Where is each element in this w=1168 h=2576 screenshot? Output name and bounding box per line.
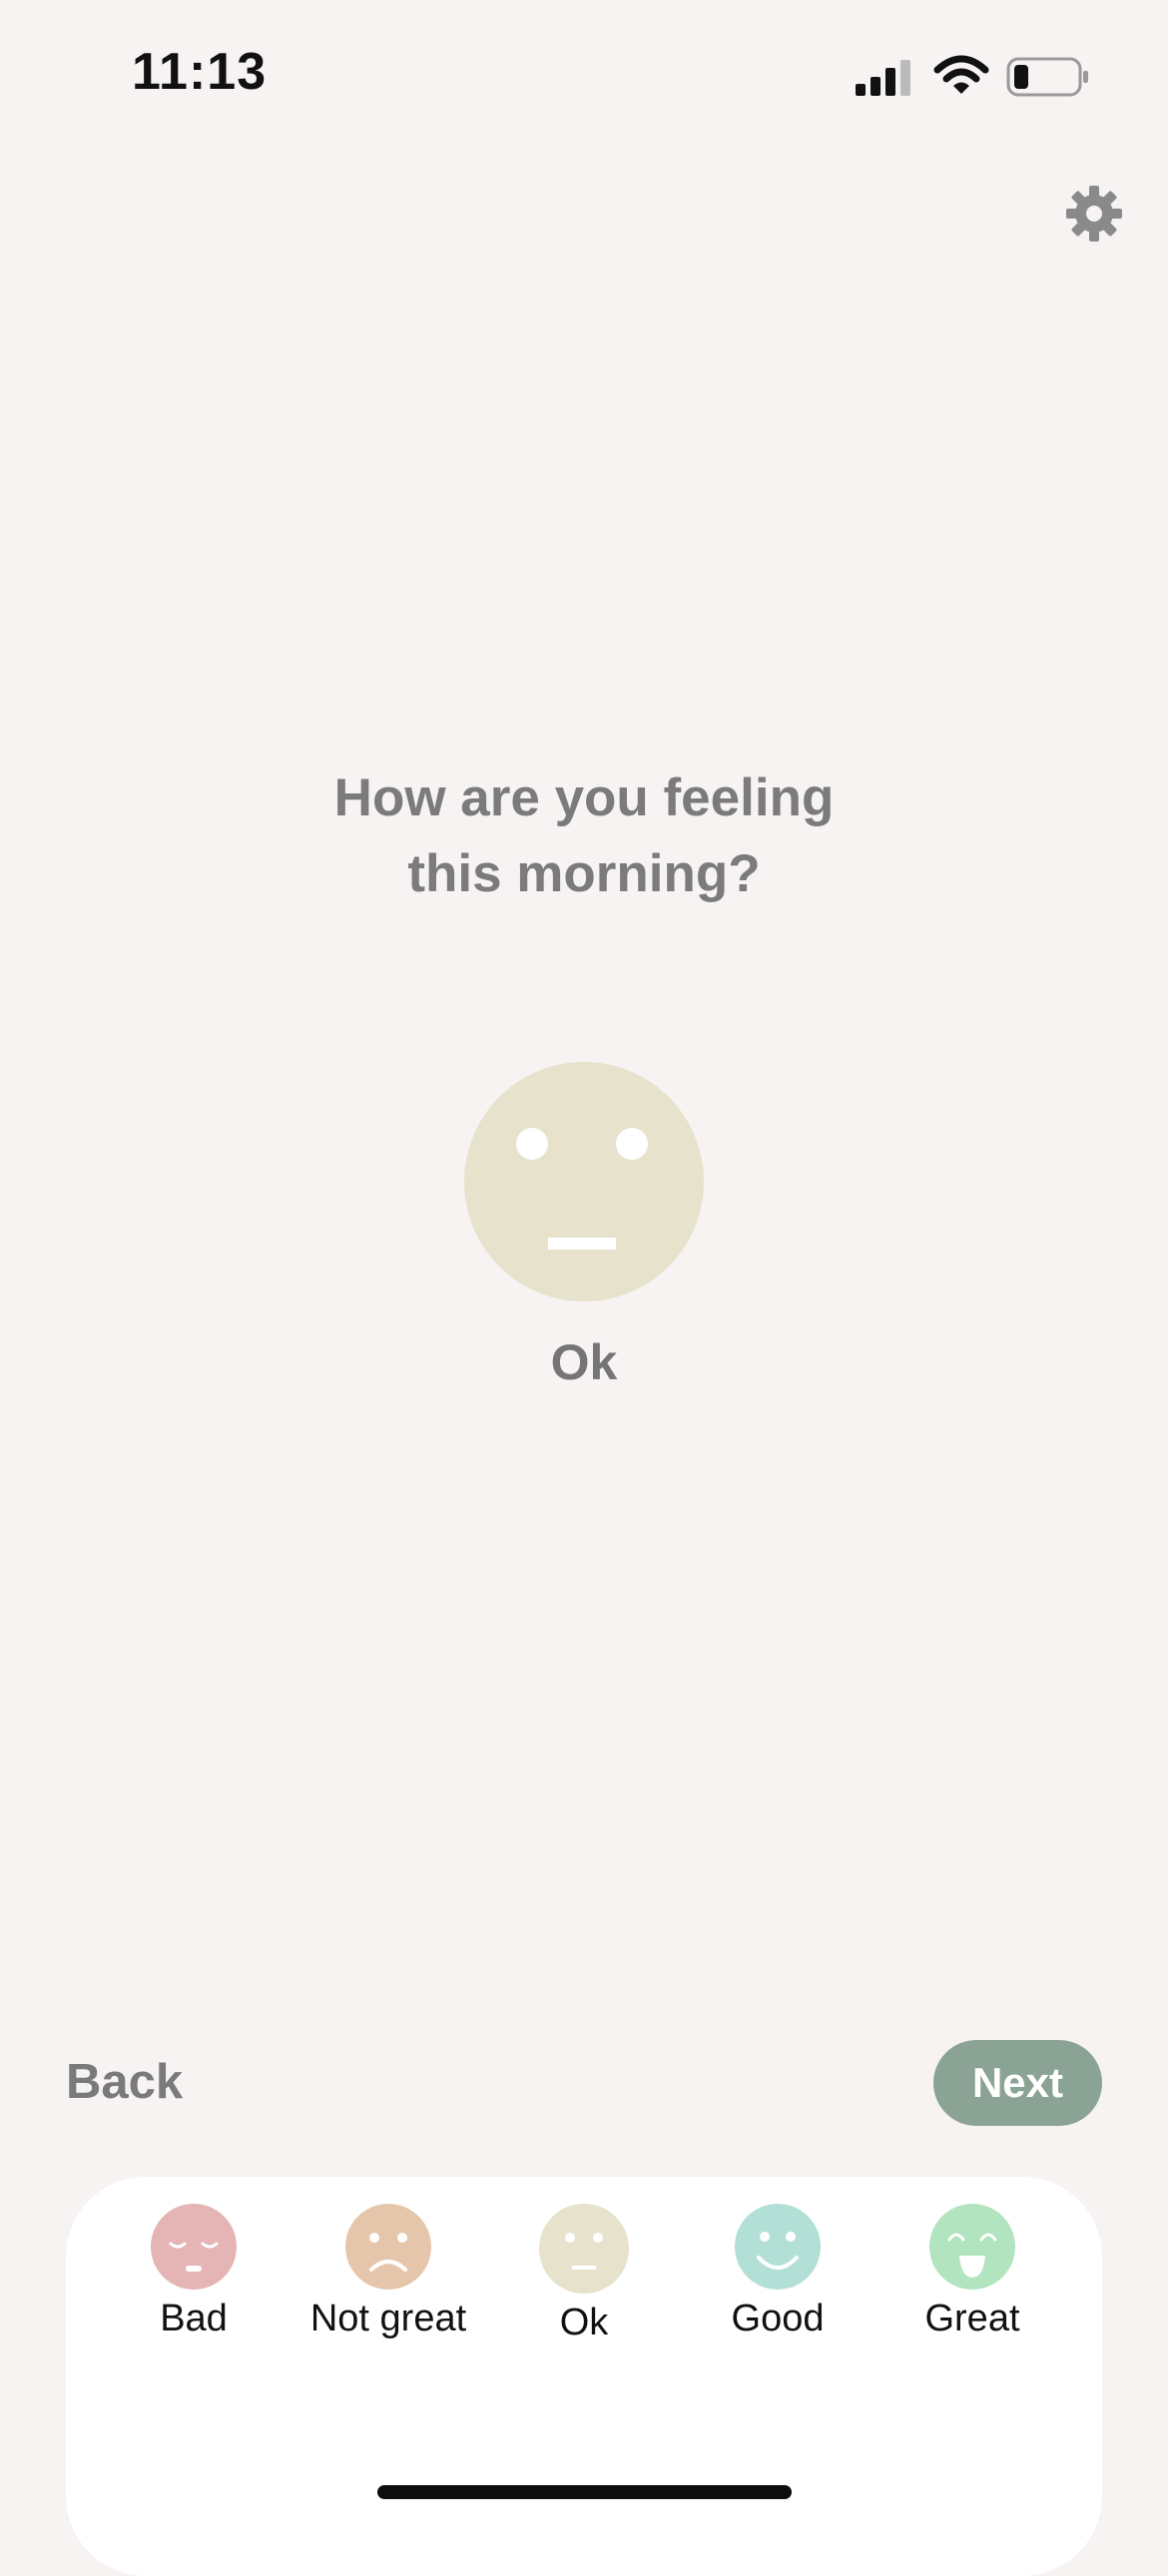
- ok-face-icon: [539, 2204, 629, 2294]
- mood-option-good[interactable]: Good: [668, 2204, 887, 2340]
- settings-gear-icon[interactable]: [1066, 186, 1122, 242]
- mood-option-bad[interactable]: Bad: [84, 2204, 303, 2340]
- back-button[interactable]: Back: [66, 2054, 183, 2110]
- question-line-1: How are you feeling: [333, 769, 835, 827]
- mood-option-label: Not great: [309, 2298, 467, 2339]
- home-indicator[interactable]: [377, 2485, 792, 2499]
- cellular-signal-icon: [856, 60, 910, 96]
- mood-option-label: Bad: [160, 2298, 228, 2339]
- mood-option-label: Good: [731, 2298, 825, 2339]
- status-time: 11:13: [132, 43, 268, 101]
- mood-option-ok[interactable]: Ok: [474, 2204, 694, 2344]
- mood-question: How are you feeling this morning?: [0, 761, 1168, 912]
- great-face-icon: [929, 2204, 1015, 2290]
- question-line-2: this morning?: [407, 844, 761, 903]
- battery-icon: [1006, 57, 1088, 97]
- mood-option-great[interactable]: Great: [863, 2204, 1082, 2340]
- good-face-icon: [735, 2204, 821, 2290]
- not-great-face-icon: [345, 2204, 431, 2290]
- selected-mood-label: Ok: [550, 1334, 618, 1390]
- wifi-icon: [933, 55, 989, 94]
- mood-option-label: Great: [924, 2298, 1020, 2339]
- bad-face-icon: [151, 2204, 237, 2290]
- mood-option-not-great[interactable]: Not great: [279, 2204, 498, 2340]
- mood-option-label: Ok: [559, 2302, 609, 2343]
- next-button[interactable]: Next: [933, 2040, 1102, 2126]
- neutral-face-icon: [464, 1062, 704, 1301]
